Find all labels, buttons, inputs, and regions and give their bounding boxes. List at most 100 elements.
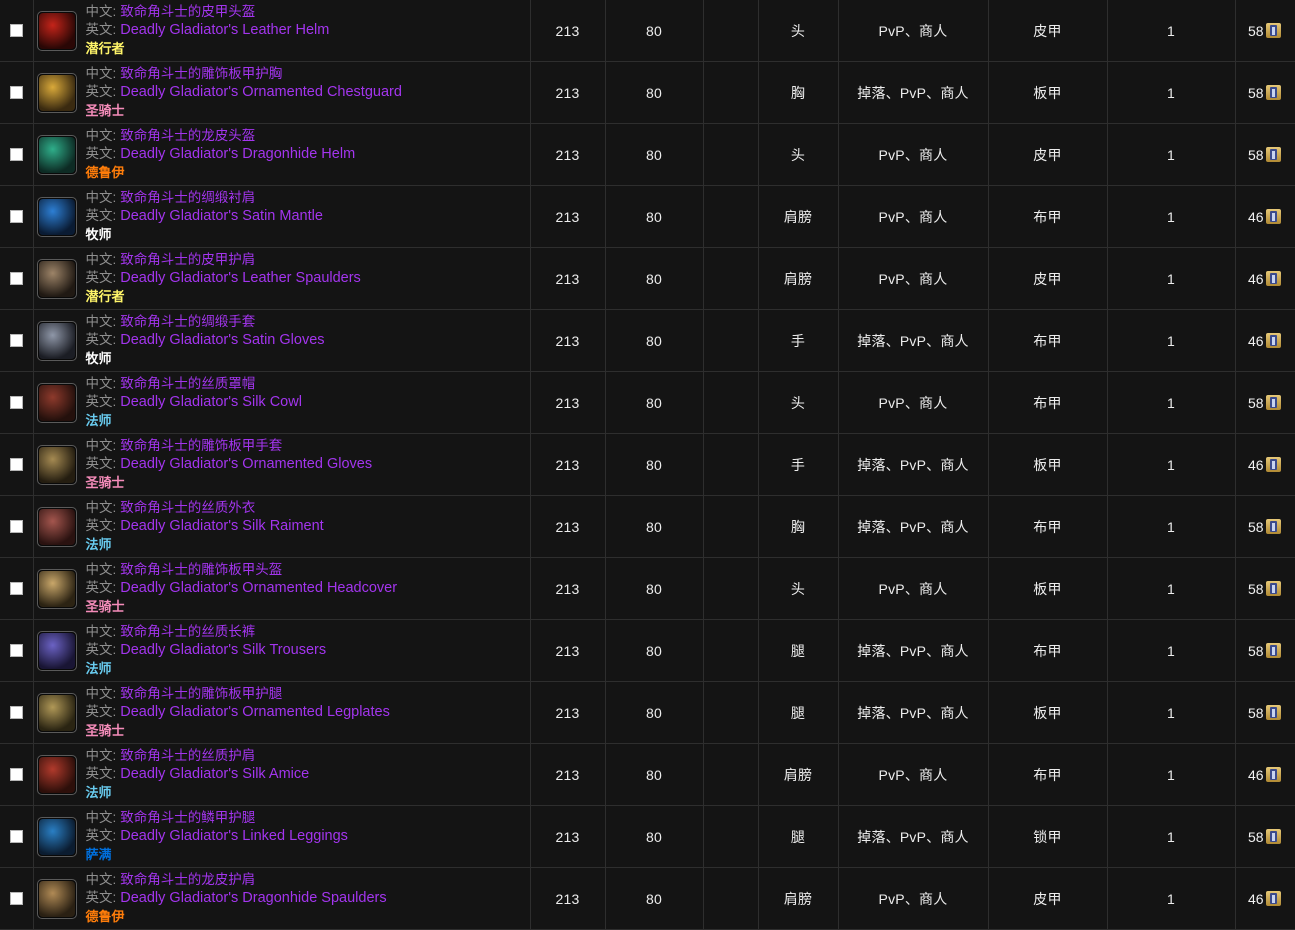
item-icon[interactable] — [36, 320, 77, 361]
item-icon[interactable] — [36, 506, 77, 547]
item-level-cell: 213 — [530, 371, 606, 434]
item-name-cn[interactable]: 致命角斗士的丝质长裤 — [120, 624, 255, 639]
english-label: 英文: — [85, 765, 117, 781]
chinese-label: 中文: — [85, 686, 117, 702]
item-name-cn[interactable]: 致命角斗士的雕饰板甲头盔 — [120, 562, 282, 577]
english-label: 英文: — [85, 207, 117, 223]
item-icon[interactable] — [36, 754, 77, 795]
price-cell: 58 — [1235, 0, 1295, 62]
slot-cell: 腿 — [758, 619, 839, 682]
item-name-en[interactable]: Deadly Gladiator's Ornamented Headcover — [120, 580, 397, 596]
item-cell: 中文: 致命角斗士的丝质罩帽 英文: Deadly Gladiator's Silk … — [33, 371, 531, 434]
item-name-en[interactable]: Deadly Gladiator's Leather Helm — [120, 22, 329, 38]
item-icon[interactable] — [36, 692, 77, 733]
item-icon[interactable] — [36, 878, 77, 919]
item-name-cn[interactable]: 致命角斗士的丝质外衣 — [120, 500, 255, 515]
item-icon[interactable] — [36, 382, 77, 423]
source-cell: 掉落、PvP、商人 — [838, 805, 989, 868]
count-cell: 1 — [1107, 433, 1236, 496]
table-row: 中文: 致命角斗士的绸缎衬肩 英文: Deadly Gladiator's Satin… — [0, 185, 1295, 248]
row-checkbox[interactable] — [9, 24, 23, 37]
slot-cell: 肩膀 — [758, 247, 839, 310]
required-level-cell: 80 — [605, 495, 704, 558]
row-checkbox[interactable] — [9, 644, 23, 657]
row-checkbox[interactable] — [9, 396, 23, 409]
item-name-en[interactable]: Deadly Gladiator's Silk Cowl — [120, 394, 302, 410]
currency-icon — [1265, 23, 1281, 38]
checkbox-cell — [0, 185, 34, 248]
chinese-label: 中文: — [85, 438, 117, 454]
checkbox-cell — [0, 619, 34, 682]
item-name-en[interactable]: Deadly Gladiator's Satin Gloves — [120, 332, 324, 348]
slot-cell: 手 — [758, 433, 839, 496]
blank-cell — [703, 867, 759, 930]
item-icon[interactable] — [36, 72, 77, 113]
item-name-en[interactable]: Deadly Gladiator's Ornamented Gloves — [120, 456, 372, 472]
item-name-en[interactable]: Deadly Gladiator's Satin Mantle — [120, 208, 323, 224]
row-checkbox[interactable] — [9, 892, 23, 905]
item-name-cn[interactable]: 致命角斗士的绸缎手套 — [120, 314, 255, 329]
price-cell: 58 — [1235, 495, 1295, 558]
item-class: 法师 — [85, 660, 112, 676]
item-icon[interactable] — [36, 568, 77, 609]
item-name-cn[interactable]: 致命角斗士的雕饰板甲护腿 — [120, 686, 282, 701]
item-name-en[interactable]: Deadly Gladiator's Dragonhide Spaulders — [120, 890, 386, 906]
source-cell: 掉落、PvP、商人 — [838, 619, 989, 682]
item-icon[interactable] — [36, 816, 77, 857]
blank-cell — [703, 0, 759, 62]
source-cell: 掉落、PvP、商人 — [838, 309, 989, 372]
item-name-en[interactable]: Deadly Gladiator's Ornamented Legplates — [120, 704, 390, 720]
price-value: 46 — [1247, 332, 1264, 349]
item-name-cn[interactable]: 致命角斗士的丝质罩帽 — [120, 376, 255, 391]
item-name-cn[interactable]: 致命角斗士的雕饰板甲手套 — [120, 438, 282, 453]
table-row: 中文: 致命角斗士的雕饰板甲手套 英文: Deadly Gladiator's Orn… — [0, 433, 1295, 496]
row-checkbox[interactable] — [9, 148, 23, 161]
row-checkbox[interactable] — [9, 582, 23, 595]
item-name-en[interactable]: Deadly Gladiator's Linked Leggings — [120, 828, 348, 844]
price-cell: 46 — [1235, 185, 1295, 248]
item-level-cell: 213 — [530, 619, 606, 682]
price-cell: 46 — [1235, 247, 1295, 310]
row-checkbox[interactable] — [9, 210, 23, 223]
item-level-cell: 213 — [530, 309, 606, 372]
item-level-cell: 213 — [530, 61, 606, 124]
item-name-en[interactable]: Deadly Gladiator's Silk Amice — [120, 766, 309, 782]
item-name-en[interactable]: Deadly Gladiator's Ornamented Chestguard — [120, 84, 402, 100]
item-name-cn[interactable]: 致命角斗士的雕饰板甲护胸 — [120, 66, 282, 81]
row-checkbox[interactable] — [9, 272, 23, 285]
item-name-cn[interactable]: 致命角斗士的龙皮护肩 — [120, 872, 255, 887]
item-name-cn[interactable]: 致命角斗士的皮甲头盔 — [120, 4, 255, 19]
checkbox-cell — [0, 123, 34, 186]
item-icon[interactable] — [36, 444, 77, 485]
row-checkbox[interactable] — [9, 458, 23, 471]
item-level-cell: 213 — [530, 247, 606, 310]
item-class: 潜行者 — [85, 40, 125, 56]
item-icon[interactable] — [36, 258, 77, 299]
item-name-en[interactable]: Deadly Gladiator's Silk Trousers — [120, 642, 326, 658]
item-icon[interactable] — [36, 10, 77, 51]
required-level-cell: 80 — [605, 123, 704, 186]
item-name-cn[interactable]: 致命角斗士的丝质护肩 — [120, 748, 255, 763]
item-icon[interactable] — [36, 134, 77, 175]
table-row: 中文: 致命角斗士的丝质长裤 英文: Deadly Gladiator's Silk … — [0, 619, 1295, 682]
item-name-en[interactable]: Deadly Gladiator's Leather Spaulders — [120, 270, 361, 286]
source-cell: PvP、商人 — [838, 185, 989, 248]
item-name-en[interactable]: Deadly Gladiator's Silk Raiment — [120, 518, 323, 534]
item-name-cn[interactable]: 致命角斗士的绸缎衬肩 — [120, 190, 255, 205]
row-checkbox[interactable] — [9, 830, 23, 843]
checkbox-cell — [0, 557, 34, 620]
item-name-en[interactable]: Deadly Gladiator's Dragonhide Helm — [120, 146, 355, 162]
english-label: 英文: — [85, 21, 117, 37]
row-checkbox[interactable] — [9, 706, 23, 719]
row-checkbox[interactable] — [9, 334, 23, 347]
row-checkbox[interactable] — [9, 86, 23, 99]
item-icon[interactable] — [36, 630, 77, 671]
checkbox-cell — [0, 309, 34, 372]
row-checkbox[interactable] — [9, 768, 23, 781]
item-name-cn[interactable]: 致命角斗士的鳞甲护腿 — [120, 810, 255, 825]
row-checkbox[interactable] — [9, 520, 23, 533]
item-name-cn[interactable]: 致命角斗士的龙皮头盔 — [120, 128, 255, 143]
count-cell: 1 — [1107, 61, 1236, 124]
item-name-cn[interactable]: 致命角斗士的皮甲护肩 — [120, 252, 255, 267]
item-icon[interactable] — [36, 196, 77, 237]
